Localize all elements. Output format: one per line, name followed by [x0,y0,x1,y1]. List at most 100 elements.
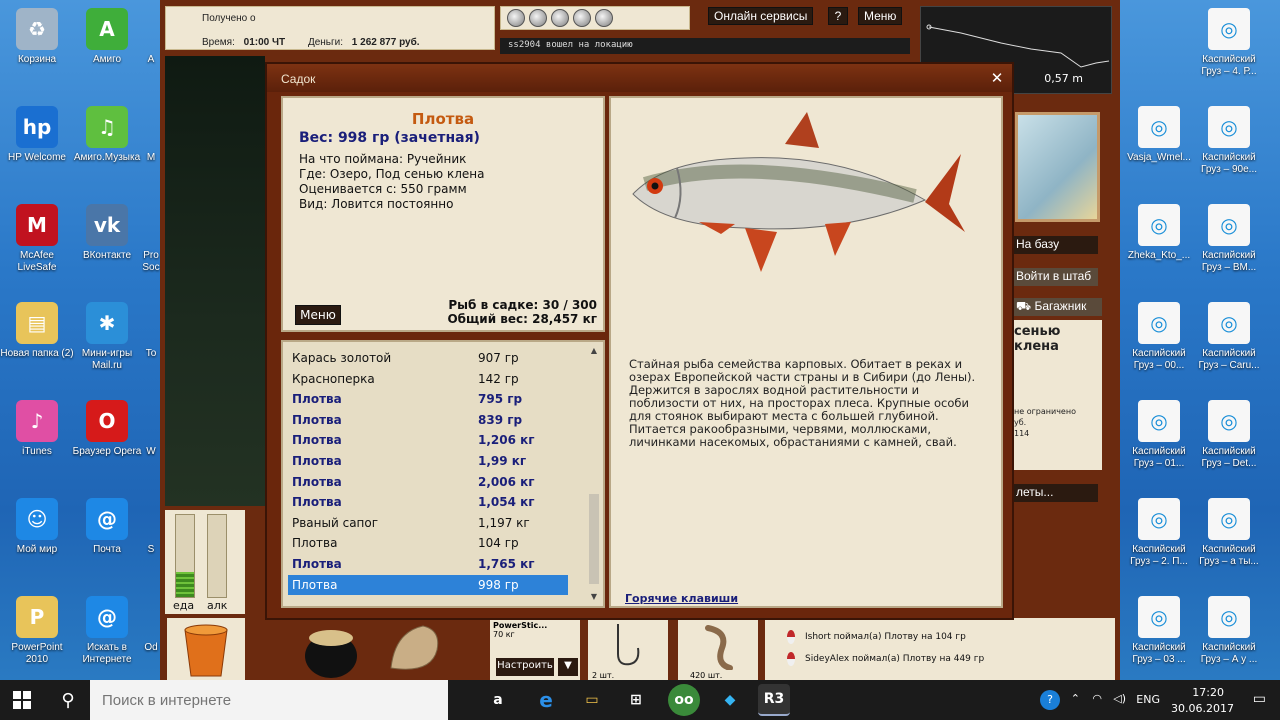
desktop-icon-partial[interactable]: To [142,296,160,388]
desktop-icon[interactable]: ◎ Каспийский Груз – 03 ... [1122,590,1196,680]
desktop-icon[interactable]: ◎ Каспийский Груз – ВМ... [1192,198,1266,290]
hook-icon[interactable] [507,9,525,27]
desktop-icon[interactable]: ◎ Каспийский Груз – Det... [1192,394,1266,486]
desktop-icon-partial[interactable]: S [142,492,160,584]
list-scrollbar[interactable]: ▲ ▼ [587,344,601,604]
desktop-icon[interactable]: ◎ Zheka_Kto_... [1122,198,1196,290]
scroll-down-icon[interactable]: ▼ [587,590,601,604]
bait-slot[interactable]: 420 шт. [678,618,758,682]
fish-list-row[interactable]: Плотва 839 гр [288,410,568,430]
online-services-button[interactable]: Онлайн сервисы [708,7,814,25]
notifications-icon[interactable]: ▭ [1253,691,1266,707]
tripadvisor-icon[interactable]: oo [668,684,700,716]
fish-list-row[interactable]: Плотва 1,99 кг [288,451,568,471]
desktop-icon-partial[interactable]: W [142,394,160,486]
edge-icon[interactable]: e [530,684,562,716]
desktop-icon[interactable]: ◎ Каспийский Груз – 90е... [1192,100,1266,192]
bait-bag-slot[interactable] [375,618,453,682]
desktop-icon[interactable]: ◎ Каспийский Груз – А у ... [1192,590,1266,680]
fish-list-row[interactable]: Плотва 795 гр [288,389,568,409]
desktop-icon[interactable]: @ Искать в Интернете [70,590,144,680]
clock-date[interactable]: 30.06.2017 [1171,702,1234,715]
file-explorer-icon[interactable]: ▭ [576,684,608,716]
game-menu-button[interactable]: Меню [858,7,903,25]
trunk-button[interactable]: ⛟ Багажник [1012,298,1102,316]
desktop-icon[interactable]: @ Почта [70,492,144,584]
hook-icon[interactable] [529,9,547,27]
close-icon[interactable]: ✕ [988,69,1006,87]
search-icon[interactable]: ⚲ [46,680,90,720]
amazon-icon[interactable]: a [482,684,514,716]
volume-icon[interactable]: ◁) [1113,692,1126,705]
scroll-thumb[interactable] [589,494,599,584]
help-tray-icon[interactable]: ? [1040,690,1060,710]
desktop-icon[interactable]: P PowerPoint 2010 [0,590,74,680]
received-text: Получено о [202,13,256,24]
fish-row-weight: 839 гр [478,412,523,427]
desktop-icon[interactable]: ◎ Каспийский Груз – а ты... [1192,492,1266,584]
hook-icon[interactable] [573,9,591,27]
desktop-icon[interactable]: ♫ Амиго.Музыка [70,100,144,192]
desktop-icon-label: Амиго.Музыка [73,152,141,163]
log-line: SideyAlex поймал(а) Плотву на 449 гр [805,654,985,664]
desktop-icon[interactable]: ☺ Мой мир [0,492,74,584]
fish-row-weight: 1,054 кг [478,495,535,510]
clock-time[interactable]: 17:20 [1192,686,1224,699]
desktop-icon[interactable]: ◎ Каспийский Груз – Caru... [1192,296,1266,388]
desktop-icon-partial[interactable]: Pro Soc [142,198,160,290]
desktop-icon[interactable]: ◎ Vasja_Wmel... [1122,100,1196,192]
trunk-icon: ⛟ [1016,299,1035,313]
scroll-up-icon[interactable]: ▲ [587,344,601,358]
fish-list-row[interactable]: Плотва 104 гр [288,533,568,553]
store-icon[interactable]: ⊞ [620,684,652,716]
enter-hq-button[interactable]: Войти в штаб [1012,268,1098,286]
fish-list-row[interactable]: Плотва 1,765 кг [288,554,568,574]
desktop-icon[interactable]: ♻ Корзина [0,2,74,94]
hook-slot[interactable]: 2 шт. [588,618,668,682]
setup-button[interactable]: Настроить [496,658,554,676]
rf3-game-icon[interactable]: R3 [758,684,790,716]
to-base-button[interactable]: На базу [1012,236,1098,254]
taskbar-search-input[interactable] [90,680,448,720]
desktop-icon[interactable]: ▤ Новая папка (2) [0,296,74,388]
bucket-slot[interactable] [167,618,245,682]
app-icon: @ [86,596,128,638]
desktop-icon[interactable]: M McAfee LiveSafe [0,198,74,290]
desktop-icon[interactable]: ◎ Каспийский Груз – 2. П... [1122,492,1196,584]
start-button[interactable] [0,680,44,720]
desktop-icon[interactable]: A Амиго [70,2,144,94]
setup-dropdown-button[interactable]: ▼ [558,658,578,676]
desktop-icon[interactable]: O Браузер Opera [70,394,144,486]
package-icon[interactable]: ◆ [714,684,746,716]
desktop-icon-partial[interactable]: Od [142,590,160,680]
hook-icon[interactable] [551,9,569,27]
tickets-button[interactable]: леты... [1012,484,1098,502]
depth-value: 0,57 m [1044,72,1083,85]
desktop-icon[interactable]: ◎ Каспийский Груз – 00... [1122,296,1196,388]
fish-list-row[interactable]: Плотва 1,206 кг [288,430,568,450]
desktop-icon[interactable]: ✱ Мини-игры Mail.ru [70,296,144,388]
hook-icon[interactable] [595,9,613,27]
hotkeys-link[interactable]: Горячие клавиши [625,592,738,605]
fish-list-row[interactable]: Плотва 1,054 кг [288,492,568,512]
desktop-icon[interactable]: vk ВКонтакте [70,198,144,290]
fish-list-row[interactable]: Плотва 2,006 кг [288,472,568,492]
fish-list-row[interactable]: Рваный сапог 1,197 кг [288,513,568,533]
fish-menu-button[interactable]: Меню [295,305,341,325]
desktop-icon[interactable]: ♪ iTunes [0,394,74,486]
desktop-icon-partial[interactable]: M [142,100,160,192]
language-indicator[interactable]: ENG [1136,693,1160,706]
chevron-up-icon[interactable]: ⌃ [1071,692,1080,705]
fish-list-row[interactable]: Карась золотой 907 гр [288,348,568,368]
lake-scene[interactable] [165,56,265,506]
desktop-icon[interactable]: hp HP Welcome [0,100,74,192]
desktop-icon[interactable]: ◎ Каспийский Груз – 4. Р... [1192,2,1266,94]
pot-slot[interactable] [295,618,373,682]
desktop-icon-partial[interactable]: A [142,2,160,94]
location-map[interactable] [1015,112,1100,222]
wifi-icon[interactable]: ◠ [1092,692,1102,705]
desktop-icon[interactable]: ◎ Каспийский Груз – 01... [1122,394,1196,486]
fish-list-row[interactable]: Красноперка 142 гр [288,369,568,389]
help-button[interactable]: ? [828,7,848,25]
fish-list-row[interactable]: Плотва 998 гр [288,574,568,595]
